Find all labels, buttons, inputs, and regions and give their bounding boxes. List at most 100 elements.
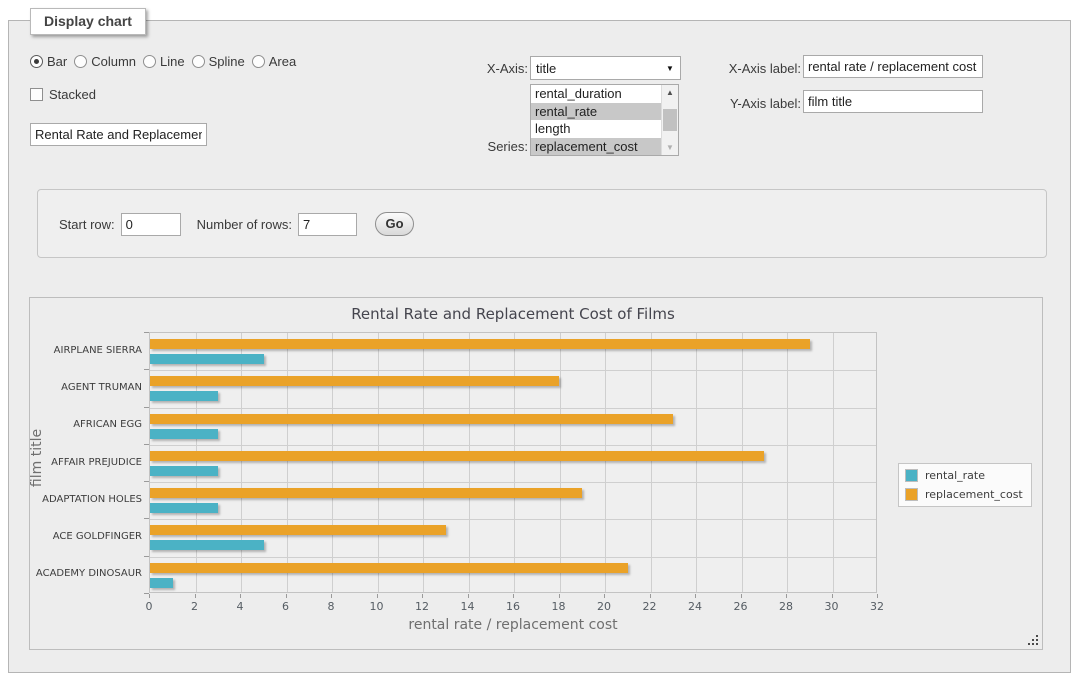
- x-tick-label: 8: [328, 600, 335, 613]
- bar-replacement_cost-airplane-sierra: [150, 339, 810, 349]
- bar-rental_rate-academy-dinosaur: [150, 578, 173, 588]
- chart-type-radio-group: Bar Column Line Spline Area: [30, 54, 296, 69]
- series-scrollbar[interactable]: ▲ ▼: [661, 85, 678, 155]
- radio-label: Line: [160, 54, 185, 69]
- radio-label: Area: [269, 54, 296, 69]
- radio-label: Spline: [209, 54, 245, 69]
- chart-legend: rental_rate replacement_cost: [898, 463, 1032, 507]
- x-tick-label: 10: [370, 600, 384, 613]
- scroll-down-icon[interactable]: ▼: [662, 140, 678, 155]
- resize-grip-icon[interactable]: [1027, 634, 1039, 646]
- gridline: [742, 333, 743, 592]
- gridline: [196, 333, 197, 592]
- bar-rental_rate-affair-prejudice: [150, 466, 218, 476]
- x-tickmark: [604, 594, 605, 598]
- bar-replacement_cost-adaptation-holes: [150, 488, 582, 498]
- series-option-rental_rate[interactable]: rental_rate: [531, 103, 661, 121]
- y-tickmark: [144, 481, 149, 482]
- radio-label: Column: [91, 54, 136, 69]
- chart-type-radio-line[interactable]: Line: [143, 54, 185, 69]
- chart-container: Rental Rate and Replacement Cost of Film…: [29, 297, 1043, 650]
- gridline: [514, 333, 515, 592]
- bar-rental_rate-adaptation-holes: [150, 503, 218, 513]
- x-tick-label: 32: [870, 600, 884, 613]
- x-tickmark: [877, 594, 878, 598]
- stacked-checkbox[interactable]: [30, 88, 43, 101]
- scrollbar-track[interactable]: [662, 100, 678, 140]
- gridline: [150, 445, 876, 446]
- x-tickmark: [195, 594, 196, 598]
- gridline: [651, 333, 652, 592]
- x-axis-label-input[interactable]: [803, 55, 983, 78]
- x-tick-label: 2: [191, 600, 198, 613]
- radio-icon[interactable]: [30, 55, 43, 68]
- bar-replacement_cost-ace-goldfinger: [150, 525, 446, 535]
- radio-label: Bar: [47, 54, 67, 69]
- stacked-label: Stacked: [49, 87, 96, 102]
- number-of-rows-label: Number of rows:: [197, 217, 292, 232]
- x-tick-label: 0: [146, 600, 153, 613]
- radio-icon[interactable]: [252, 55, 265, 68]
- category-label: AFRICAN EGG: [30, 419, 142, 430]
- series-multiselect[interactable]: rental_durationrental_ratelengthreplacem…: [530, 84, 679, 156]
- x-tick-label: 30: [825, 600, 839, 613]
- y-tickmark: [144, 556, 149, 557]
- scrollbar-thumb[interactable]: [663, 109, 677, 131]
- chart-type-radio-area[interactable]: Area: [252, 54, 296, 69]
- gridline: [378, 333, 379, 592]
- x-tickmark: [650, 594, 651, 598]
- legend-swatch-icon: [905, 469, 918, 482]
- x-tick-label: 22: [643, 600, 657, 613]
- category-label: AFFAIR PREJUDICE: [30, 457, 142, 468]
- radio-icon[interactable]: [192, 55, 205, 68]
- y-axis-label-field-label: Y-Axis label:: [701, 96, 801, 111]
- x-tickmark: [741, 594, 742, 598]
- bar-rental_rate-african-egg: [150, 429, 218, 439]
- gridline: [241, 333, 242, 592]
- x-tickmark: [786, 594, 787, 598]
- start-row-input[interactable]: [121, 213, 181, 236]
- x-tick-label: 4: [237, 600, 244, 613]
- y-tickmark: [144, 332, 149, 333]
- gridline: [332, 333, 333, 592]
- bar-replacement_cost-affair-prejudice: [150, 451, 764, 461]
- category-label: ADAPTATION HOLES: [30, 494, 142, 505]
- chart-title-input[interactable]: [30, 123, 207, 146]
- gridline: [150, 557, 876, 558]
- x-tick-label: 14: [461, 600, 475, 613]
- x-tickmark: [513, 594, 514, 598]
- legend-item-rental_rate: rental_rate: [905, 469, 1023, 482]
- radio-icon[interactable]: [74, 55, 87, 68]
- legend-label: replacement_cost: [925, 488, 1023, 501]
- series-option-length[interactable]: length: [531, 120, 661, 138]
- category-label: AGENT TRUMAN: [30, 382, 142, 393]
- category-label: ACE GOLDFINGER: [30, 531, 142, 542]
- fieldset-legend-title: Display chart: [30, 8, 146, 35]
- legend-label: rental_rate: [925, 469, 985, 482]
- series-label: Series:: [448, 139, 528, 154]
- y-tickmark: [144, 369, 149, 370]
- chart-type-radio-bar[interactable]: Bar: [30, 54, 67, 69]
- x-tickmark: [468, 594, 469, 598]
- series-option-replacement_cost[interactable]: replacement_cost: [531, 138, 661, 156]
- x-tick-label: 28: [779, 600, 793, 613]
- series-option-rental_duration[interactable]: rental_duration: [531, 85, 661, 103]
- category-label: AIRPLANE SIERRA: [30, 345, 142, 356]
- gridline: [287, 333, 288, 592]
- number-of-rows-input[interactable]: [298, 213, 357, 236]
- gridline: [605, 333, 606, 592]
- radio-icon[interactable]: [143, 55, 156, 68]
- y-axis-label-input[interactable]: [803, 90, 983, 113]
- x-tick-label: 16: [506, 600, 520, 613]
- scroll-up-icon[interactable]: ▲: [662, 85, 678, 100]
- go-button[interactable]: Go: [375, 212, 414, 236]
- x-tickmark: [422, 594, 423, 598]
- x-axis-label: X-Axis:: [448, 61, 528, 76]
- stacked-option[interactable]: Stacked: [30, 87, 96, 102]
- x-axis-select[interactable]: title ▼: [530, 56, 681, 80]
- bar-rental_rate-agent-truman: [150, 391, 218, 401]
- chart-type-radio-spline[interactable]: Spline: [192, 54, 245, 69]
- chart-type-radio-column[interactable]: Column: [74, 54, 136, 69]
- x-tickmark: [240, 594, 241, 598]
- gridline: [469, 333, 470, 592]
